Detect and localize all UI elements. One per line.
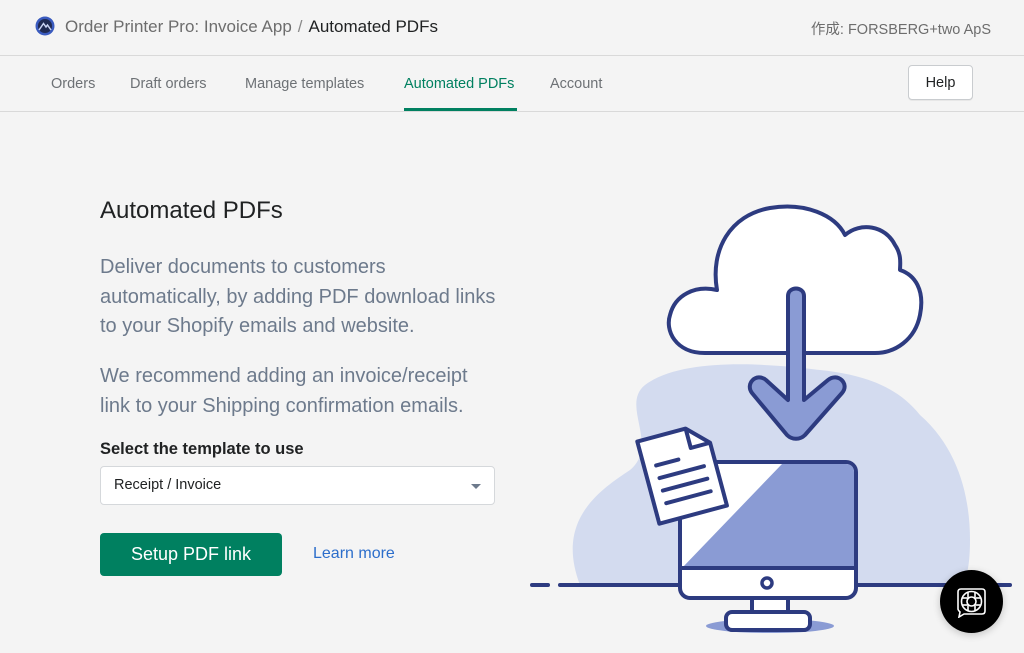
help-chat-button[interactable] — [940, 570, 1003, 633]
description-paragraph: Deliver documents to customers automatic… — [100, 256, 496, 337]
tab-automated-pdfs[interactable]: Automated PDFs — [404, 76, 514, 92]
template-select[interactable]: Receipt / Invoice — [100, 466, 495, 505]
tab-account[interactable]: Account — [550, 76, 602, 92]
template-select-value: Receipt / Invoice — [114, 477, 222, 493]
breadcrumb-separator: / — [297, 17, 303, 36]
help-button[interactable]: Help — [908, 65, 973, 100]
breadcrumb: Order Printer Pro: Invoice App / Automated… — [65, 17, 438, 37]
template-select-label: Select the template to use — [100, 440, 304, 458]
active-tab-indicator — [404, 108, 517, 111]
breadcrumb-app-name[interactable]: Order Printer Pro: Invoice App — [65, 17, 292, 36]
tab-manage-templates[interactable]: Manage templates — [245, 76, 364, 92]
learn-more-link[interactable]: Learn more — [313, 545, 395, 563]
app-navigation: Orders Draft orders Manage templates Aut… — [0, 56, 1024, 112]
tab-draft-orders[interactable]: Draft orders — [130, 76, 207, 92]
recommendation-paragraph: We recommend adding an invoice/receipt l… — [100, 365, 468, 417]
top-bar: Order Printer Pro: Invoice App / Automated… — [0, 0, 1024, 56]
page-title: Automated PDFs — [100, 197, 283, 224]
setup-pdf-link-button[interactable]: Setup PDF link — [100, 533, 282, 576]
app-logo-icon — [35, 16, 55, 36]
breadcrumb-current-page: Automated PDFs — [308, 17, 438, 36]
chevron-down-icon — [471, 484, 481, 489]
lifebuoy-chat-icon — [957, 588, 986, 618]
app-author: 作成: FORSBERG+two ApS — [810, 22, 991, 38]
tab-orders[interactable]: Orders — [51, 76, 95, 92]
